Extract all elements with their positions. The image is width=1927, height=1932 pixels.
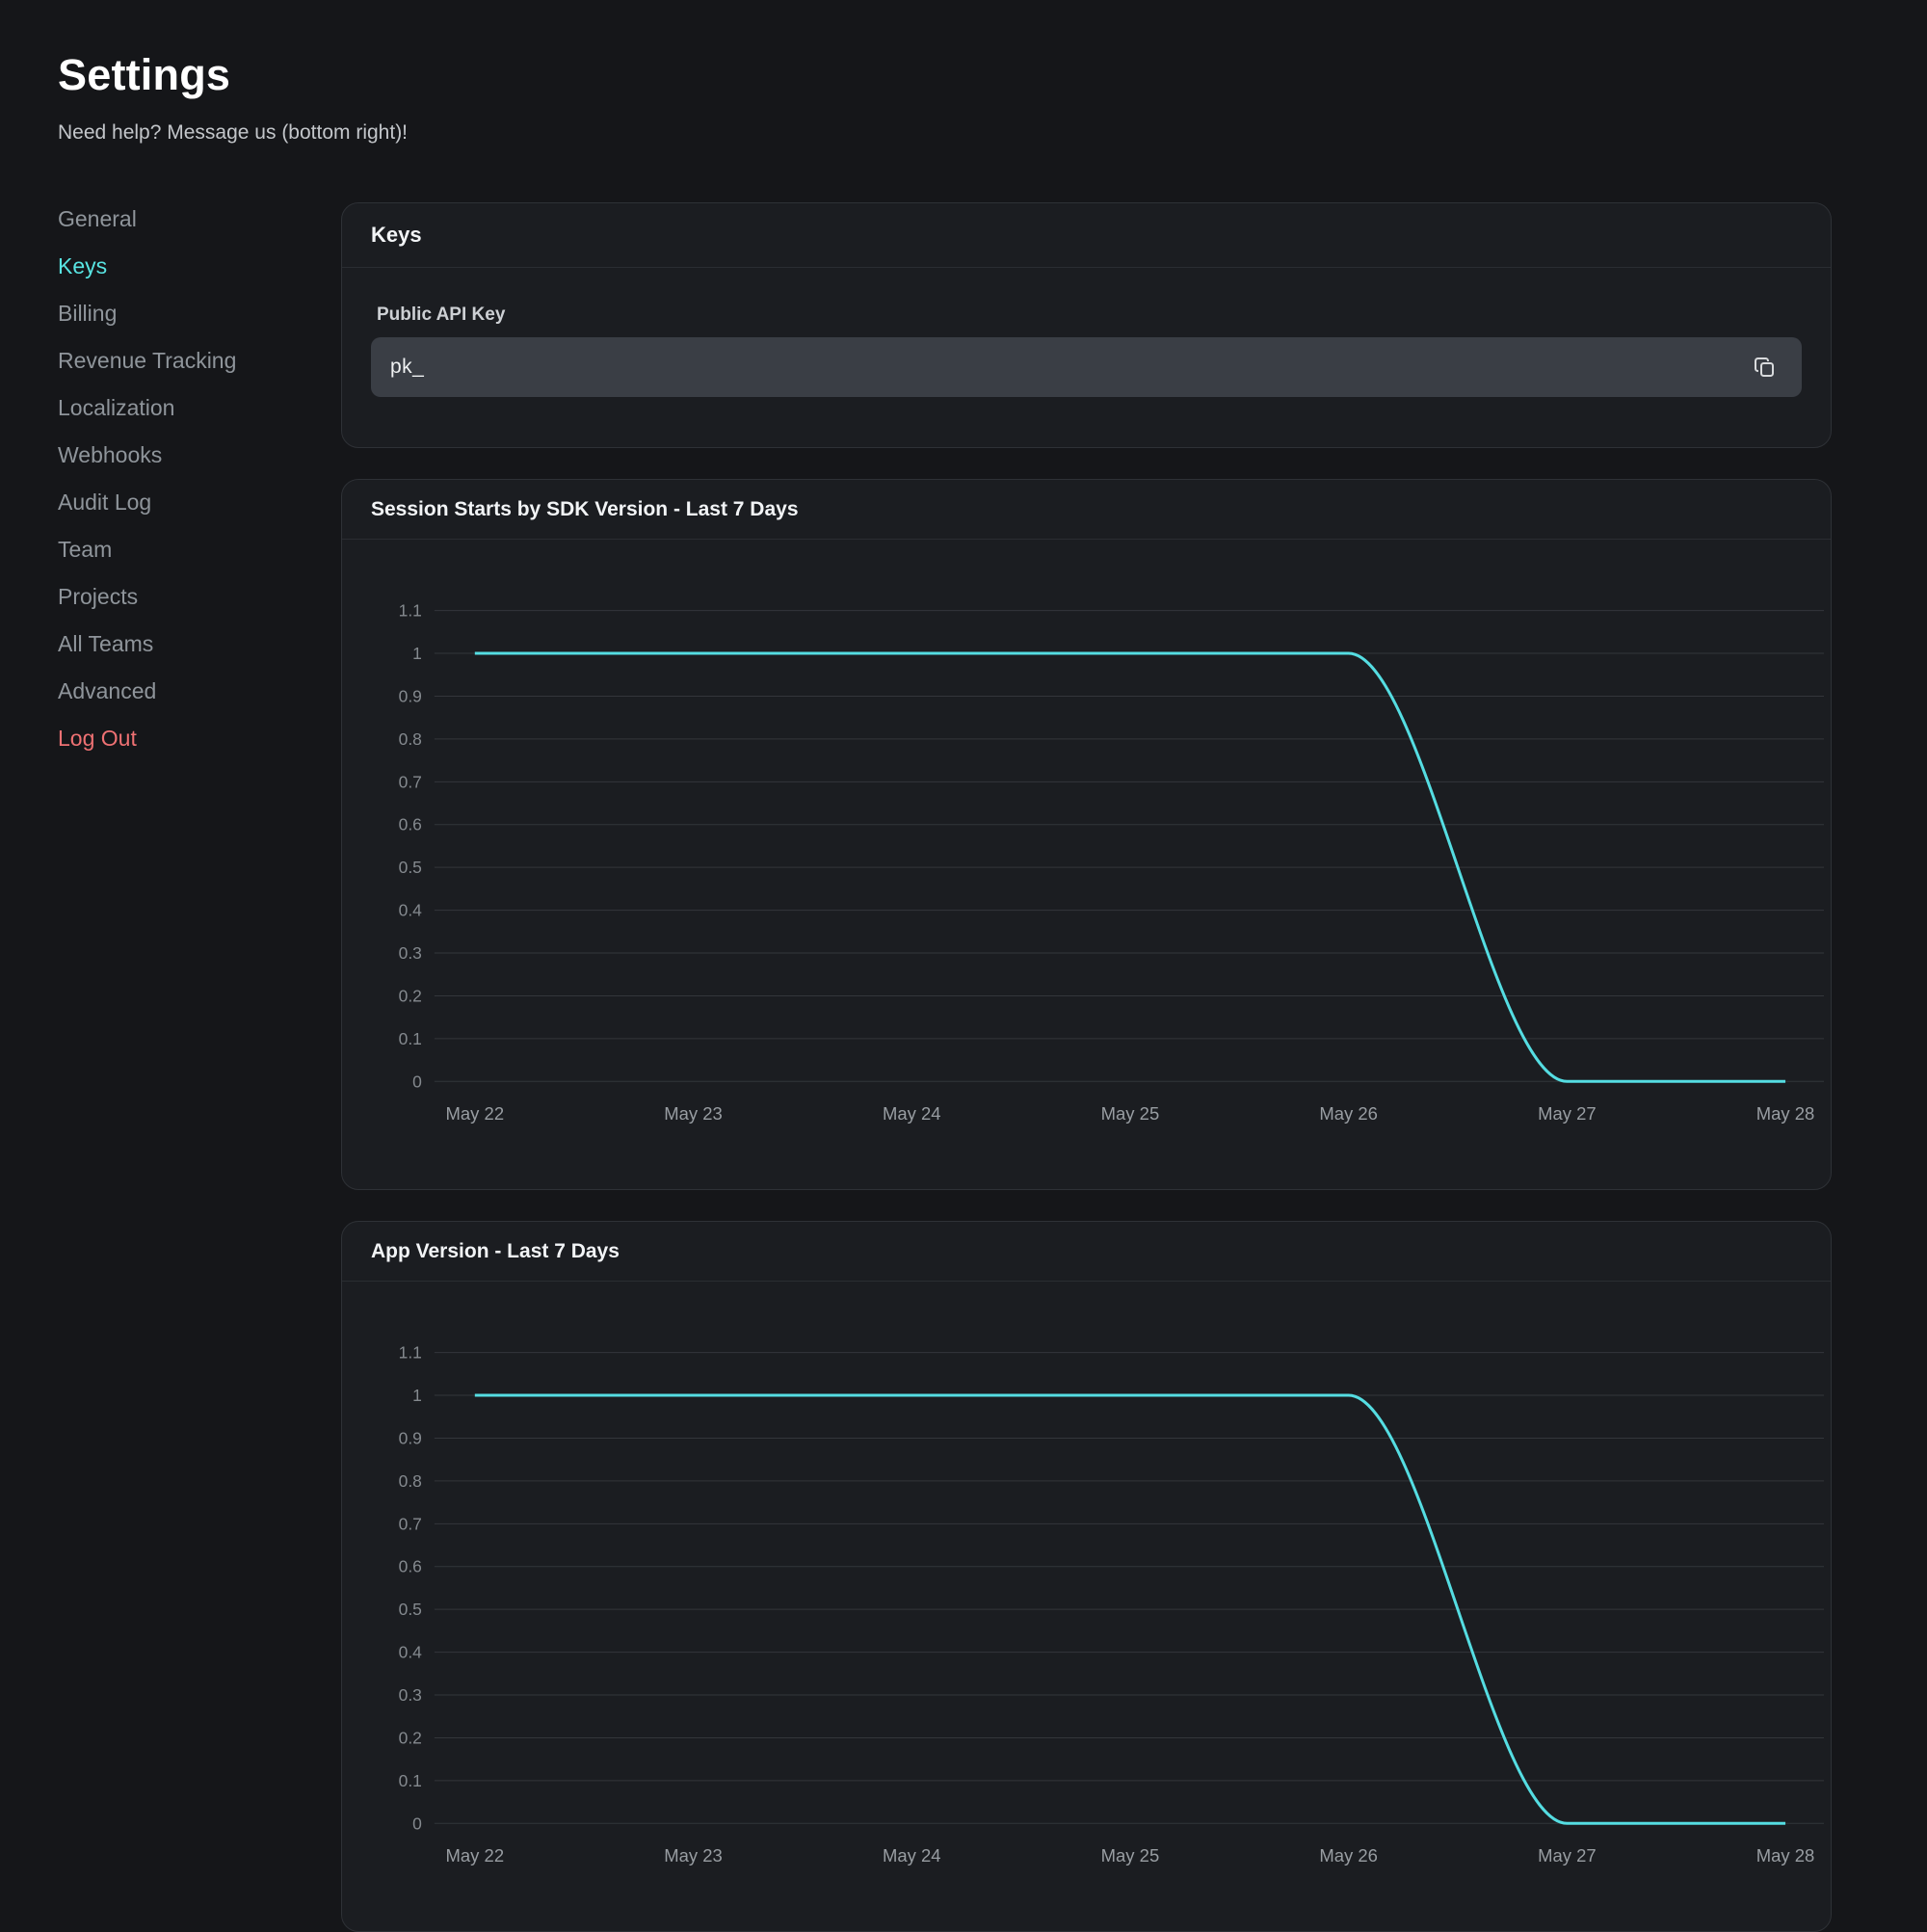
svg-text:0.3: 0.3 <box>399 1685 422 1705</box>
svg-text:0.1: 0.1 <box>399 1771 422 1790</box>
chart-gridlines <box>435 1353 1824 1824</box>
svg-text:0.2: 0.2 <box>399 1728 422 1747</box>
public-api-key-input[interactable]: pk_ <box>371 337 1802 397</box>
copy-icon[interactable] <box>1752 354 1779 381</box>
public-api-key-label: Public API Key <box>377 304 505 326</box>
chart-y-axis-labels: 1.1 1 0.9 0.8 0.7 0.6 0.5 0.4 0.3 0.2 0.1 0 <box>399 1343 423 1834</box>
svg-text:1.1: 1.1 <box>399 601 422 621</box>
svg-text:May 28: May 28 <box>1756 1103 1815 1124</box>
chart-y-axis-labels: 1.1 1 0.9 0.8 0.7 0.6 0.5 0.4 0.3 0.2 0.1 0 <box>399 601 423 1092</box>
sidebar-item-team[interactable]: Team <box>58 537 318 562</box>
svg-text:0.4: 0.4 <box>399 1643 423 1662</box>
sidebar-item-advanced[interactable]: Advanced <box>58 678 318 703</box>
svg-text:0.9: 0.9 <box>399 686 422 705</box>
svg-text:0: 0 <box>412 1813 422 1833</box>
sidebar-item-webhooks[interactable]: Webhooks <box>58 442 318 467</box>
sidebar-item-projects[interactable]: Projects <box>58 584 318 609</box>
keys-card-title: Keys <box>371 223 422 248</box>
session-starts-chart-title: Session Starts by SDK Version - Last 7 D… <box>371 498 799 521</box>
svg-text:0.7: 0.7 <box>399 772 422 791</box>
svg-text:0.4: 0.4 <box>399 901 423 920</box>
sidebar-item-log-out[interactable]: Log Out <box>58 726 318 751</box>
sidebar-item-billing[interactable]: Billing <box>58 301 318 326</box>
svg-text:0.5: 0.5 <box>399 858 422 877</box>
settings-page: { "page": { "title": "Settings", "subtit… <box>0 0 1927 1700</box>
page-title: Settings <box>58 50 230 100</box>
svg-text:0: 0 <box>412 1072 422 1091</box>
svg-text:May 24: May 24 <box>883 1845 941 1866</box>
svg-text:0.6: 0.6 <box>399 815 422 834</box>
keys-card-header: Keys <box>342 203 1831 268</box>
app-version-chart-title: App Version - Last 7 Days <box>371 1240 620 1263</box>
svg-text:0.6: 0.6 <box>399 1557 422 1576</box>
svg-text:May 22: May 22 <box>446 1845 505 1866</box>
chart-card-session-starts: 1.110.90.80.70.60.50.40.30.20.10May 22Ma… <box>341 479 1832 1190</box>
sidebar-item-localization[interactable]: Localization <box>58 395 318 420</box>
sidebar-item-all-teams[interactable]: All Teams <box>58 631 318 656</box>
svg-text:0.5: 0.5 <box>399 1600 422 1619</box>
svg-text:May 27: May 27 <box>1538 1845 1597 1866</box>
svg-text:May 26: May 26 <box>1319 1845 1378 1866</box>
session-starts-chart-canvas: 1.110.90.80.70.60.50.40.30.20.10May 22Ma… <box>342 480 1831 1189</box>
app-version-chart-canvas: 1.110.90.80.70.60.50.40.30.20.10May 22Ma… <box>342 1222 1831 1931</box>
svg-text:0.7: 0.7 <box>399 1514 422 1533</box>
chart-x-axis-labels: May 22 May 23 May 24 May 25 May 26 May 27 May … <box>446 1103 1815 1124</box>
svg-text:0.2: 0.2 <box>399 986 422 1005</box>
svg-text:0.3: 0.3 <box>399 943 422 963</box>
svg-text:1: 1 <box>412 644 422 663</box>
sidebar-item-general[interactable]: General <box>58 206 318 231</box>
chart-gridlines <box>435 611 1824 1082</box>
svg-text:May 23: May 23 <box>664 1103 723 1124</box>
sidebar-item-keys[interactable]: Keys <box>58 253 318 278</box>
public-api-key-value: pk_ <box>390 356 424 379</box>
chart-card-app-version: 1.110.90.80.70.60.50.40.30.20.10May 22Ma… <box>341 1221 1832 1932</box>
sidebar: General Keys Billing Revenue Tracking Locali… <box>58 206 318 773</box>
svg-text:May 23: May 23 <box>664 1845 723 1866</box>
svg-text:0.9: 0.9 <box>399 1428 422 1447</box>
chart-x-axis-labels: May 22 May 23 May 24 May 25 May 26 May 27 May … <box>446 1845 1815 1866</box>
svg-text:1: 1 <box>412 1386 422 1405</box>
svg-text:May 25: May 25 <box>1101 1845 1160 1866</box>
svg-text:May 25: May 25 <box>1101 1103 1160 1124</box>
svg-text:0.1: 0.1 <box>399 1029 422 1048</box>
app-version-chart-header: App Version - Last 7 Days <box>342 1222 1831 1282</box>
svg-text:May 27: May 27 <box>1538 1103 1597 1124</box>
svg-text:May 26: May 26 <box>1319 1103 1378 1124</box>
sidebar-item-revenue-tracking[interactable]: Revenue Tracking <box>58 348 318 373</box>
svg-text:May 24: May 24 <box>883 1103 941 1124</box>
svg-text:1.1: 1.1 <box>399 1343 422 1363</box>
page-subtitle: Need help? Message us (bottom right)! <box>58 121 408 145</box>
sidebar-item-audit-log[interactable]: Audit Log <box>58 490 318 515</box>
svg-text:May 28: May 28 <box>1756 1845 1815 1866</box>
keys-card: Keys Public API Key pk_ <box>341 202 1832 448</box>
svg-text:0.8: 0.8 <box>399 1471 422 1491</box>
svg-text:May 22: May 22 <box>446 1103 505 1124</box>
svg-text:0.8: 0.8 <box>399 729 422 749</box>
session-starts-chart-header: Session Starts by SDK Version - Last 7 D… <box>342 480 1831 540</box>
